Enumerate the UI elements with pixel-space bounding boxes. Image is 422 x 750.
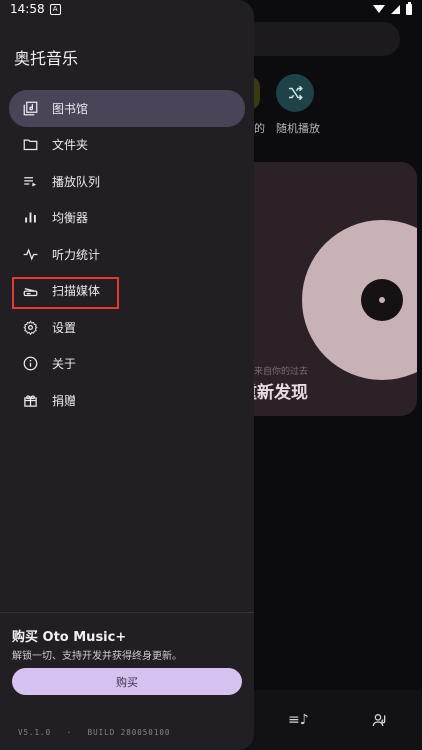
menu-label-queue: 播放队列 (52, 174, 101, 189)
menu-item-scan-media[interactable]: 扫描媒体 (9, 273, 245, 310)
search-bar (232, 22, 400, 56)
folder-icon (22, 137, 38, 153)
gift-icon (22, 392, 38, 408)
menu-item-about[interactable]: 关于 (9, 346, 245, 383)
rediscover-card: 来自你的过去 重新发现 (232, 162, 417, 416)
queue-icon (22, 173, 38, 189)
version-info: V5.1.0 · BUILD 280050100 (18, 728, 180, 737)
menu-label-donate: 捐赠 (52, 393, 77, 408)
menu-item-equalizer[interactable]: 均衡器 (9, 200, 245, 237)
stats-pulse-icon (22, 246, 38, 262)
menu-label-equalizer: 均衡器 (52, 211, 89, 226)
menu-label-about: 关于 (52, 357, 77, 372)
equalizer-icon (22, 210, 38, 226)
menu-item-queue[interactable]: 播放队列 (9, 163, 245, 200)
version-separator: · (66, 728, 73, 737)
wifi-icon (373, 5, 385, 13)
drawer-menu: 图书馆 文件夹 播放队列 均衡器 听力统计 扫描媒体 设置 关于 捐赠 (9, 90, 245, 419)
menu-label-settings: 设置 (52, 320, 77, 335)
battery-icon (406, 1, 412, 15)
buy-description: 解锁一切、支持开发并获得终身更新。 (12, 651, 182, 662)
menu-item-library[interactable]: 图书馆 (9, 90, 245, 127)
card-subtitle: 来自你的过去 (254, 367, 309, 377)
drawer-divider (0, 612, 254, 613)
vinyl-disc-image (302, 220, 417, 380)
buy-button[interactable]: 购买 (12, 668, 242, 695)
library-icon (22, 100, 38, 116)
signal-icon (391, 4, 400, 14)
menu-item-donate[interactable]: 捐赠 (9, 382, 245, 419)
info-icon (22, 356, 38, 372)
menu-item-listening-stats[interactable]: 听力统计 (9, 236, 245, 273)
menu-label-listening-stats: 听力统计 (52, 247, 101, 262)
quick-action-label: 的 (254, 122, 265, 135)
buy-title: 购买 Oto Music+ (12, 630, 127, 645)
navigation-drawer: 奥托音乐 图书馆 文件夹 播放队列 均衡器 听力统计 扫描媒体 设置 关于 捐赠… (0, 0, 254, 750)
menu-label-library: 图书馆 (52, 101, 89, 116)
menu-item-folders[interactable]: 文件夹 (9, 127, 245, 164)
playlist-nav-icon: ≡♪ (288, 712, 309, 728)
build-number: BUILD 280050100 (87, 728, 171, 737)
status-time: 14:58 (10, 2, 45, 16)
menu-label-scan-media: 扫描媒体 (52, 284, 101, 299)
menu-item-settings[interactable]: 设置 (9, 309, 245, 346)
shuffle-label: 随机播放 (276, 122, 320, 135)
drawer-title: 奥托音乐 (14, 49, 79, 68)
menu-label-folders: 文件夹 (52, 138, 89, 153)
notification-icon: A (49, 3, 61, 15)
shuffle-button (276, 74, 314, 112)
scanner-icon (22, 283, 38, 299)
gear-icon (22, 319, 38, 335)
status-bar: 14:58 A (0, 0, 422, 18)
shuffle-icon (289, 85, 303, 101)
version-number: V5.1.0 (18, 728, 52, 737)
artist-nav-icon (372, 712, 388, 732)
